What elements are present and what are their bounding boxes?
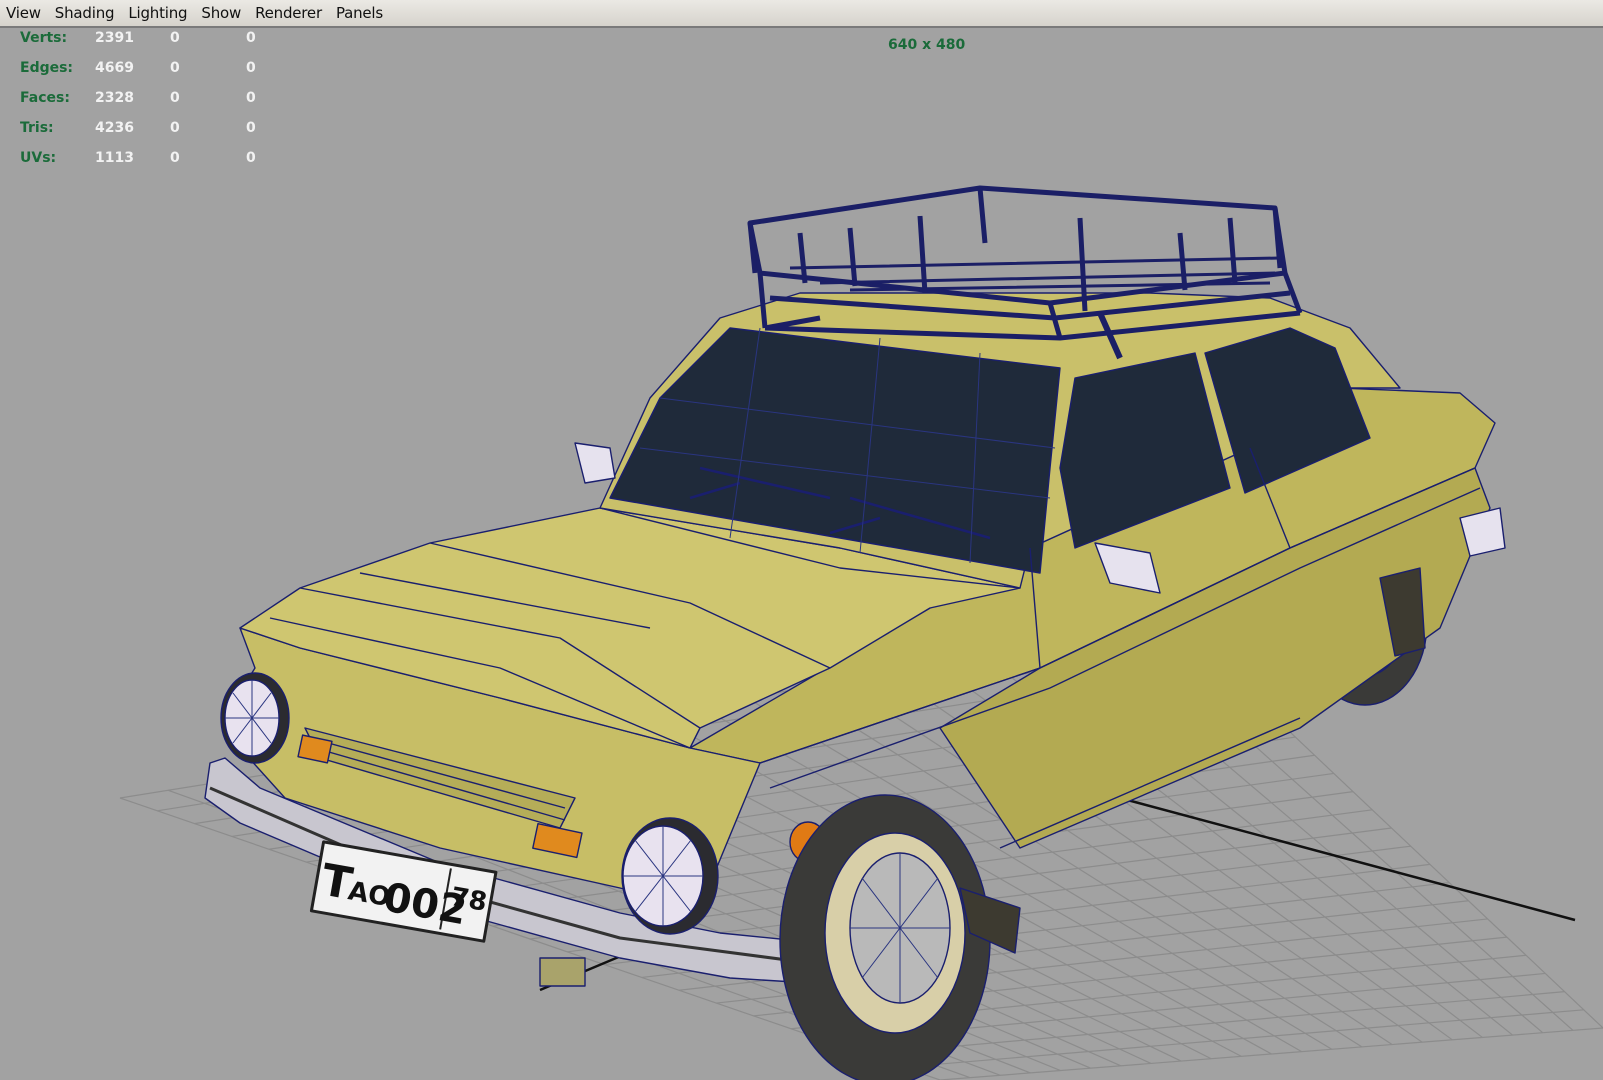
hud-label: Verts: [20,30,68,46]
menu-show[interactable]: Show [194,4,248,22]
hud-value: 4669 [95,60,134,76]
3d-viewport[interactable]: T AO 002 78 [0,28,1603,1080]
hud-value: 0 [170,60,180,76]
hud-value: 2391 [95,30,134,46]
hud-value: 0 [170,150,180,166]
viewport-scene: T AO 002 78 [119,185,1603,1080]
hud-value: 0 [170,90,180,106]
hud-value: 0 [246,90,256,106]
menu-renderer[interactable]: Renderer [248,4,329,22]
menu-panels[interactable]: Panels [329,4,390,22]
hud-value: 1113 [95,150,134,166]
hud-label: Edges: [20,60,74,76]
viewport-menu-bar: View Shading Lighting Show Renderer Pane… [0,0,1603,28]
hud-value: 2328 [95,90,134,106]
menu-shading[interactable]: Shading [48,4,122,22]
side-mirror-left [574,442,616,484]
hud-value: 0 [170,30,180,46]
hud-value: 0 [246,150,256,166]
hud-value: 4236 [95,120,134,136]
menu-view[interactable]: View [0,4,48,22]
car-model: T AO 002 78 [204,292,1506,1080]
plate-region: 78 [448,882,489,918]
hud-label: Tris: [20,120,54,136]
hud-label: UVs: [20,150,57,166]
resolution-gate-label: 640 x 480 [888,37,966,53]
hud-value: 0 [246,120,256,136]
tow-hook [539,957,586,987]
hud-value: 0 [246,30,256,46]
menu-lighting[interactable]: Lighting [121,4,194,22]
hud-value: 0 [170,120,180,136]
hud-label: Faces: [20,90,70,106]
hud-value: 0 [246,60,256,76]
